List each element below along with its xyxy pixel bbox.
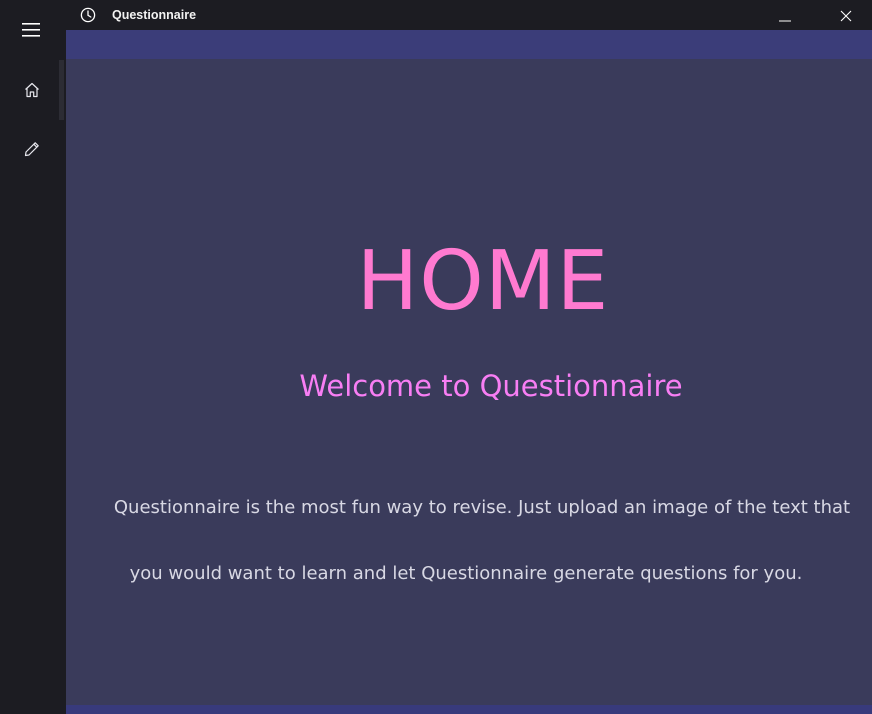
welcome-subtitle: Welcome to Questionnaire bbox=[299, 369, 683, 403]
minimize-button[interactable] bbox=[762, 0, 808, 30]
nav-item-edit[interactable] bbox=[0, 123, 62, 175]
nav-item-home[interactable] bbox=[0, 64, 62, 116]
page-title: HOME bbox=[356, 234, 610, 329]
minimize-icon bbox=[779, 20, 791, 22]
hamburger-menu-icon bbox=[22, 23, 40, 37]
footer-band bbox=[66, 705, 872, 714]
close-icon bbox=[840, 10, 852, 22]
close-button[interactable] bbox=[823, 0, 869, 30]
window-title: Questionnaire bbox=[112, 8, 197, 22]
clock-icon bbox=[80, 7, 96, 23]
sidebar-scroll-indicator bbox=[59, 60, 64, 120]
home-icon bbox=[25, 82, 39, 98]
home-page: HOME Welcome to Questionnaire Questionna… bbox=[66, 30, 872, 714]
description-line-2: you would want to learn and let Question… bbox=[129, 563, 803, 584]
header-band bbox=[66, 30, 872, 59]
pencil-icon bbox=[24, 142, 39, 157]
navigation-sidebar bbox=[0, 0, 66, 714]
app-window: Questionnaire HOME Welcome to Questionna… bbox=[0, 0, 872, 714]
menu-toggle-button[interactable] bbox=[0, 6, 62, 58]
description-line-1: Questionnaire is the most fun way to rev… bbox=[113, 497, 851, 518]
title-bar: Questionnaire bbox=[66, 0, 872, 30]
